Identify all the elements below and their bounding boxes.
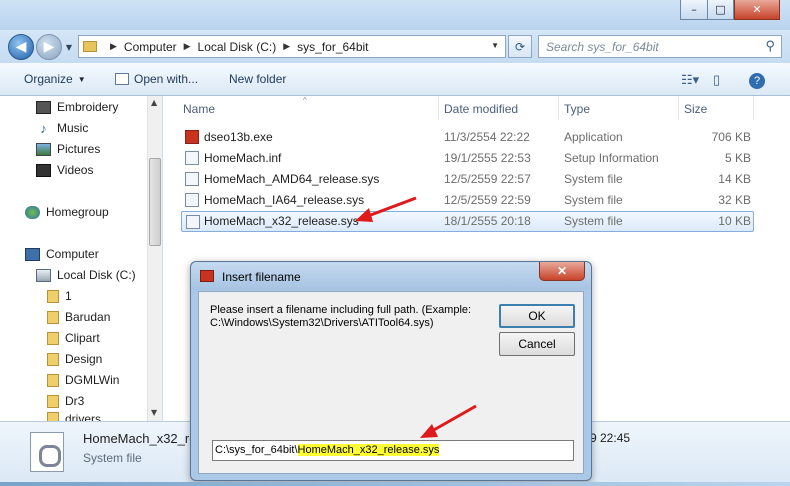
annotation-arrow-file [355,196,417,222]
annotation-arrow-input [420,404,477,438]
annotation-arrows [355,196,477,438]
taskbar-edge [0,482,790,486]
